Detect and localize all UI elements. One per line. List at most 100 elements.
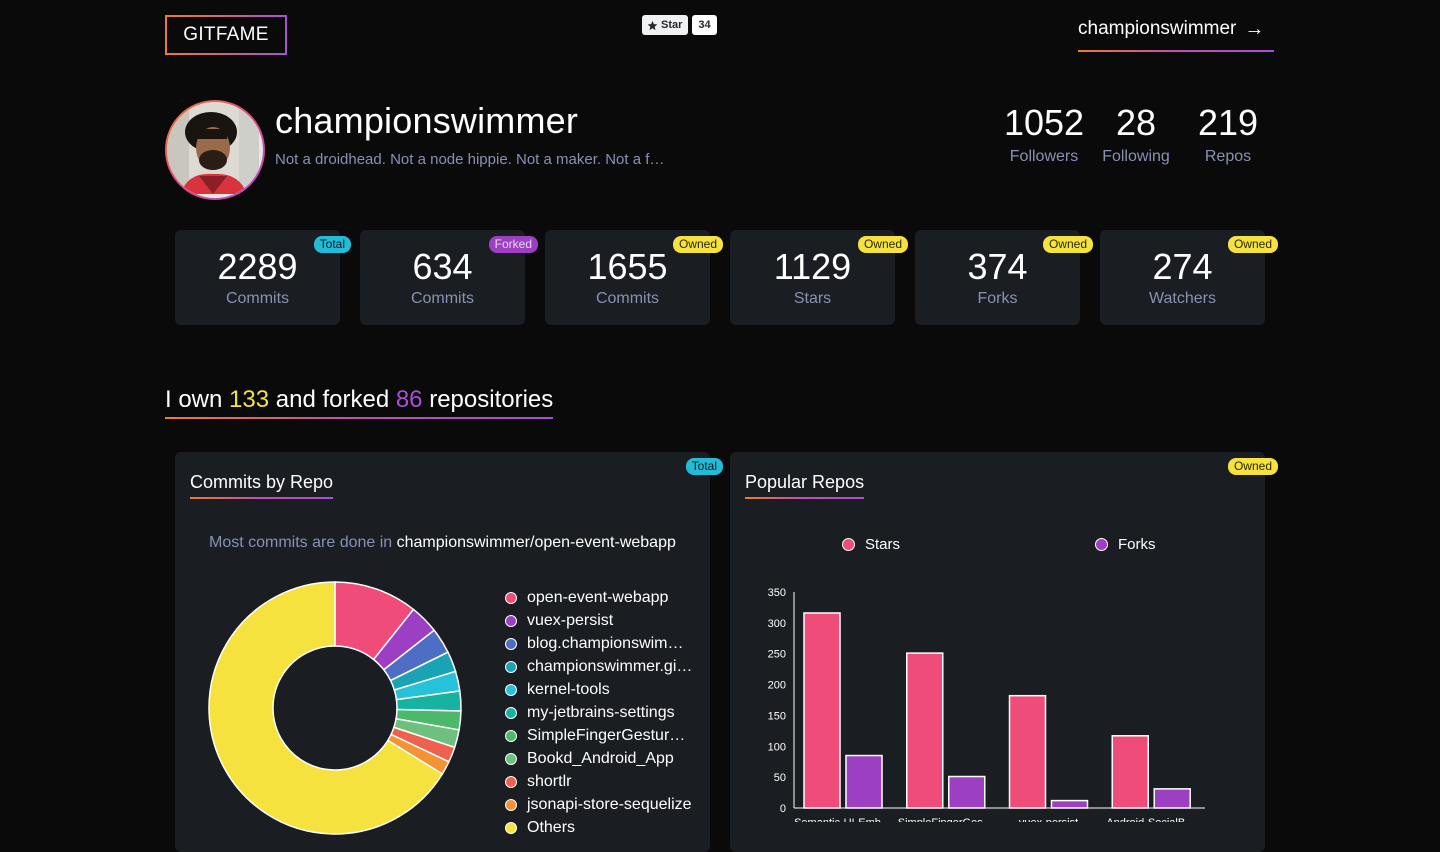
popular-repos-bar-chart: 0 50 100 150 200 250 300 350 Semantic-UI-Emb… Sim… (768, 587, 1205, 822)
top-repo-name[interactable]: championswimmer/open-event-webapp (397, 534, 676, 551)
stars-bar[interactable] (1111, 735, 1149, 809)
legend-dot (505, 752, 517, 765)
profile-name: championswimmer (275, 100, 579, 141)
legend-item[interactable]: open-event-webapp (505, 586, 692, 609)
owned-badge: Owned (672, 236, 723, 253)
stat-card-forked-commits: 634 Commits Forked (360, 230, 538, 325)
legend-item[interactable]: SimpleFingerGestur… (505, 724, 692, 747)
github-star-widget[interactable]: Star 34 (642, 15, 717, 35)
legend-label: my-jetbrains-settings (527, 703, 675, 721)
profile-bio: Not a droidhead. Not a node hippie. Not … (275, 151, 665, 168)
legend-item[interactable]: vuex-persist (505, 609, 692, 632)
legend-dot (505, 637, 517, 650)
legend-dot (505, 821, 517, 834)
legend-dot (505, 591, 517, 604)
y-tick-label: 350 (768, 587, 786, 599)
legend-item[interactable]: Others (505, 816, 692, 839)
legend-item[interactable]: kernel-tools (505, 678, 692, 701)
legend-label: championswimmer.gi… (527, 657, 693, 675)
legend-dot (505, 729, 517, 742)
stat-card-total-commits: 2289 Commits Total (175, 230, 351, 325)
stat-card-stars: 1129 Stars Owned (730, 230, 908, 325)
stat-label: Stars (793, 290, 832, 307)
commits-caption: Most commits are done in championswimmer… (209, 534, 676, 552)
legend-label: jsonapi-store-sequelize (527, 795, 692, 813)
stat-label: Commits (595, 290, 660, 307)
github-star-button[interactable]: Star (642, 15, 689, 35)
forks-bar[interactable] (845, 754, 883, 809)
stars-bar[interactable] (1008, 694, 1047, 809)
star-icon (647, 20, 658, 30)
owned-repo-count: 133 (229, 386, 270, 413)
legend-label: Bookd_Android_App (527, 749, 674, 767)
x-tick-label: SimpleFingerGes… (898, 817, 994, 822)
total-badge: Total (685, 458, 723, 475)
stat-label: Watchers (1149, 290, 1216, 307)
legend-dot (505, 660, 517, 673)
x-tick-label: Android-SocialB… (1106, 817, 1196, 822)
commits-by-repo-panel: Commits by Repo Total Most commits are d… (175, 452, 723, 852)
stars-bar[interactable] (803, 612, 841, 809)
legend-dot (505, 614, 517, 627)
forks-legend-dot (1095, 538, 1108, 551)
y-tick-label: 50 (774, 772, 786, 784)
star-count[interactable]: 34 (692, 15, 717, 35)
stat-card-watchers: 274 Watchers Owned (1100, 230, 1278, 325)
legend-forks[interactable]: Forks (1095, 536, 1156, 553)
forks-bar[interactable] (1153, 788, 1191, 809)
user-profile-link[interactable]: championswimmer → (1078, 18, 1274, 52)
legend-label: shortlr (527, 772, 572, 790)
y-tick-label: 200 (768, 680, 786, 692)
profile-counts: 1052 Followers 28 Following 219 Repos (998, 102, 1274, 166)
repos-count[interactable]: 219 Repos (1182, 102, 1274, 166)
legend-label: Others (527, 818, 576, 836)
stat-card-owned-commits: 1655 Commits Owned (545, 230, 723, 325)
legend-item[interactable]: shortlr (505, 770, 692, 793)
legend-label: kernel-tools (527, 680, 610, 698)
legend-stars[interactable]: Stars (842, 536, 900, 553)
stat-card-forks: 374 Forks Owned (915, 230, 1093, 325)
legend-label: Forks (1118, 536, 1156, 553)
legend-item[interactable]: jsonapi-store-sequelize (505, 793, 692, 816)
arrow-right-icon: → (1244, 18, 1265, 40)
logo[interactable]: GITFAME (165, 15, 287, 55)
count-value: 28 (1115, 102, 1157, 143)
commits-donut-chart (208, 581, 462, 835)
panel-title: Commits by Repo (190, 472, 334, 499)
forks-bar[interactable] (1050, 799, 1089, 809)
total-badge: Total (313, 236, 351, 253)
y-tick-label: 150 (768, 710, 786, 722)
legend-item[interactable]: championswimmer.gi… (505, 655, 692, 678)
owned-badge: Owned (1042, 236, 1093, 253)
count-label: Repos (1204, 148, 1252, 165)
legend-label: blog.championswim… (527, 634, 684, 652)
x-tick-label: vuex-persist (1019, 817, 1078, 822)
legend-item[interactable]: Bookd_Android_App (505, 747, 692, 770)
stat-label: Commits (410, 290, 475, 307)
caption-text: Most commits are done in (209, 534, 397, 551)
forked-badge: Forked (488, 236, 538, 253)
legend-item[interactable]: blog.championswim… (505, 632, 692, 655)
legend-label: Stars (865, 536, 901, 553)
y-tick-label: 100 (768, 741, 786, 753)
headline-mid: and forked (269, 386, 396, 413)
headline-pre: I own (165, 386, 230, 413)
y-tick-label: 300 (768, 618, 786, 630)
donut-legend: open-event-webapp vuex-persist blog.champi… (505, 586, 692, 839)
legend-label: vuex-persist (527, 611, 614, 629)
forks-bar[interactable] (948, 775, 986, 809)
stat-value: 2289 (217, 246, 298, 287)
legend-item[interactable]: my-jetbrains-settings (505, 701, 692, 724)
owned-badge: Owned (1227, 236, 1278, 253)
followers-count[interactable]: 1052 Followers (998, 102, 1090, 166)
legend-dot (505, 706, 517, 719)
stat-label: Forks (977, 290, 1018, 307)
x-tick-label: Semantic-UI-Emb… (794, 817, 892, 822)
avatar (165, 100, 265, 200)
panel-title: Popular Repos (745, 472, 865, 499)
count-value: 219 (1197, 102, 1259, 143)
count-label: Following (1102, 148, 1170, 165)
star-label: Star (661, 19, 683, 31)
following-count[interactable]: 28 Following (1090, 102, 1182, 166)
stars-bar[interactable] (906, 652, 944, 809)
